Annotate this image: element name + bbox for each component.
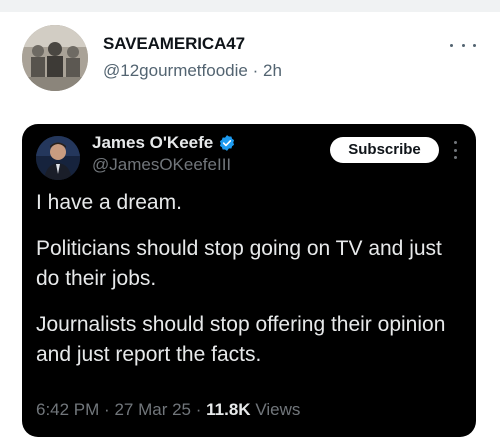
embedded-tweet-text: I have a dream. Politicians should stop … (36, 188, 466, 386)
embedded-author-name-row[interactable]: James O'Keefe (92, 133, 236, 153)
footer-separator: · (195, 400, 202, 419)
post-meta: @12gourmetfoodie · 2h (103, 61, 282, 81)
embedded-tweet-card[interactable]: James O'Keefe @JamesOKeefeIII Subscribe … (22, 124, 476, 437)
embedded-author-handle[interactable]: @JamesOKeefeIII (92, 155, 231, 175)
meta-separator: · (252, 61, 259, 80)
verified-badge-icon (220, 135, 235, 151)
tweet-paragraph: I have a dream. (36, 191, 182, 214)
footer-separator: · (104, 400, 110, 419)
views-count[interactable]: 11.8K (206, 400, 250, 419)
user-avatar[interactable] (22, 25, 88, 91)
subscribe-button[interactable]: Subscribe (330, 137, 439, 163)
post-timestamp[interactable]: 2h (263, 61, 282, 80)
more-horizontal-icon[interactable] (450, 36, 476, 54)
views-label[interactable]: Views (255, 400, 300, 419)
post-author-name[interactable]: SAVEAMERICA47 (103, 34, 245, 54)
tweet-paragraph: Politicians should stop going on TV and … (36, 237, 442, 290)
embedded-author-name[interactable]: James O'Keefe (92, 133, 213, 153)
top-divider-bar (0, 0, 500, 12)
post-author-handle[interactable]: @12gourmetfoodie (103, 61, 248, 80)
tweet-date[interactable]: 27 Mar 25 (114, 400, 191, 419)
tweet-time[interactable]: 6:42 PM (36, 400, 99, 419)
tweet-paragraph: Journalists should stop offering their o… (36, 313, 446, 366)
embedded-tweet-footer: 6:42 PM · 27 Mar 25 · 11.8K Views (36, 400, 300, 420)
embedded-author-avatar[interactable] (36, 136, 80, 180)
more-vertical-icon[interactable] (452, 141, 458, 159)
